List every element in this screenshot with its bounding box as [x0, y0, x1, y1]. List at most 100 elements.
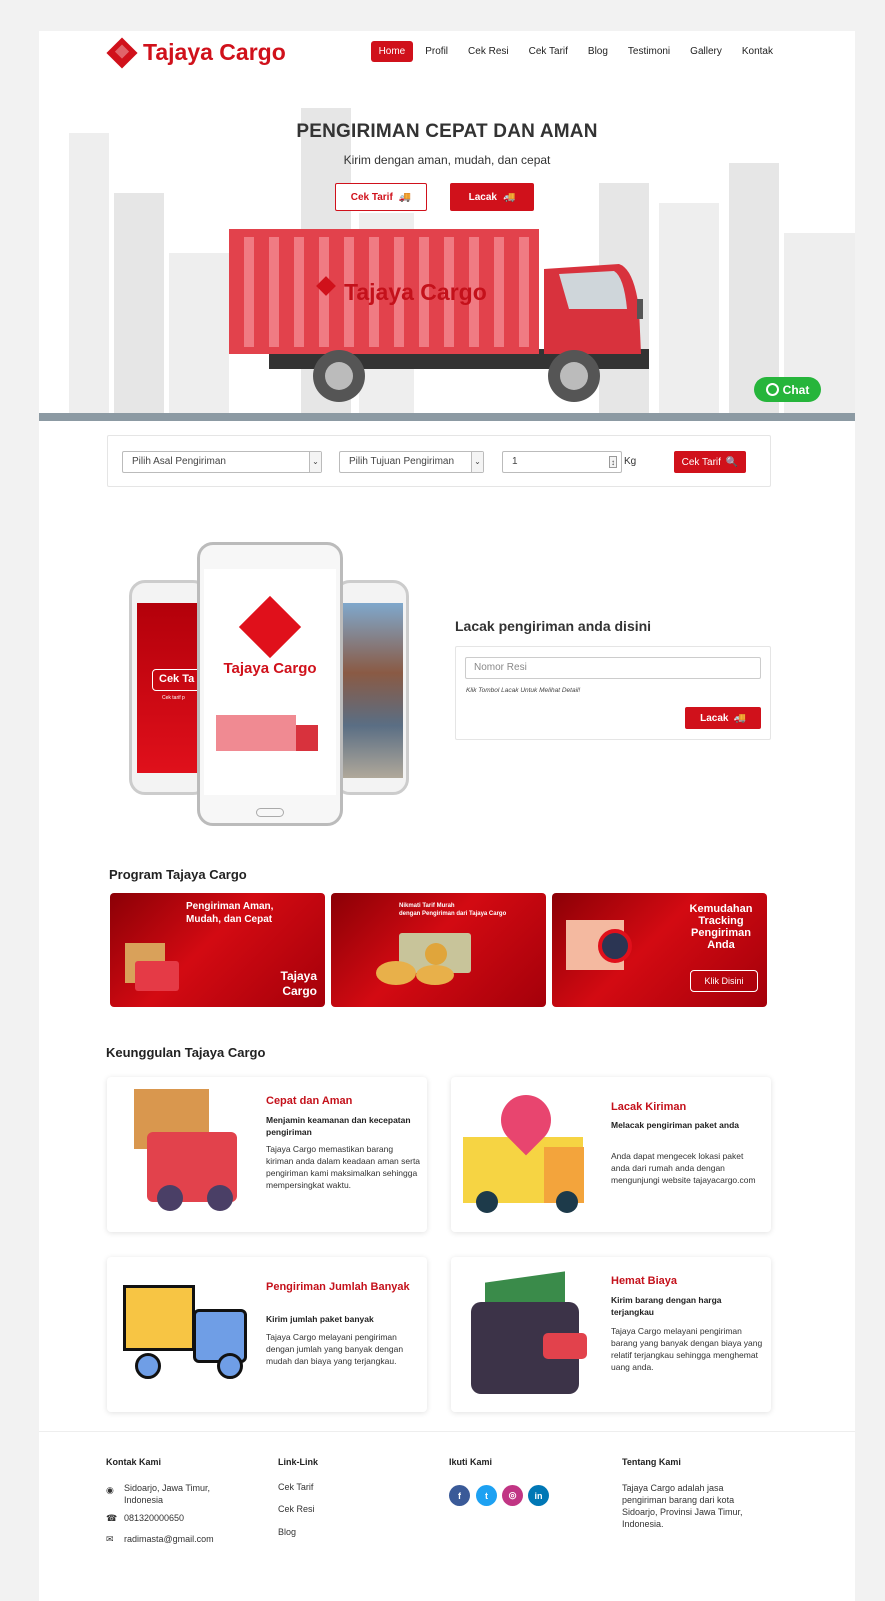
- banner1-brand-line2: Cargo: [282, 984, 317, 998]
- hero-section: PENGIRIMAN CEPAT DAN AMAN Kirim dengan a…: [39, 71, 855, 421]
- footer-links-title: Link-Link: [278, 1457, 318, 1467]
- track-hint: Klik Tombol Lacak Untuk Melihat Detail!: [466, 687, 581, 694]
- cek-tarif-form: Pilih Asal Pengiriman ⌄ Pilih Tujuan Pen…: [107, 435, 771, 487]
- feature-desc: Tajaya Cargo melayani pengiriman dengan …: [266, 1332, 404, 1366]
- truck-brand-label: Tajaya Cargo: [344, 279, 487, 305]
- program-banner-1[interactable]: Pengiriman Aman, Mudah, dan Cepat Tajaya…: [110, 893, 325, 1007]
- feature-card-1: Cepat dan Aman Menjamin keamanan dan kec…: [107, 1077, 427, 1232]
- feature-card-4: Hemat Biaya Kirim barang dengan harga te…: [451, 1257, 771, 1412]
- chevron-down-icon: ⌄: [471, 452, 483, 472]
- page-container: Tajaya Cargo Home Profil Cek Resi Cek Ta…: [39, 31, 855, 1601]
- banner3-text: Kemudahan Tracking Pengiriman Anda: [689, 903, 753, 951]
- program-banner-3[interactable]: Kemudahan Tracking Pengiriman Anda Klik …: [552, 893, 767, 1007]
- footer-social-title: Ikuti Kami: [449, 1457, 493, 1467]
- footer-about-text: Tajaya Cargo adalah jasa pengiriman bara…: [622, 1483, 743, 1529]
- lacak-label: Lacak: [700, 712, 729, 724]
- hero-lacak-button[interactable]: Lacak 🚚: [450, 183, 534, 211]
- destination-select-label: Pilih Tujuan Pengiriman: [349, 456, 455, 467]
- origin-select[interactable]: Pilih Asal Pengiriman ⌄: [122, 451, 322, 473]
- map-pin-icon: [598, 929, 632, 963]
- hero-lacak-label: Lacak: [468, 191, 497, 203]
- weight-unit: Kg: [624, 456, 637, 467]
- feature-subtitle: Melacak pengiriman paket anda: [611, 1120, 740, 1130]
- program-title: Program Tajaya Cargo: [109, 867, 247, 882]
- footer-address: Sidoarjo, Jawa Timur, Indonesia: [124, 1483, 211, 1505]
- klik-disini-button[interactable]: Klik Disini: [690, 970, 758, 992]
- building-bg: [169, 253, 229, 413]
- footer-contact-title: Kontak Kami: [106, 1457, 162, 1467]
- search-icon: 🔍: [725, 456, 739, 468]
- feature-title: Pengiriman Jumlah Banyak: [266, 1281, 410, 1293]
- instagram-icon[interactable]: ◎: [502, 1485, 523, 1506]
- track-title: Lacak pengiriman anda disini: [455, 618, 652, 634]
- nav-cek-tarif[interactable]: Cek Tarif: [521, 41, 576, 62]
- brand-name: Tajaya Cargo: [143, 39, 286, 65]
- footer-email[interactable]: radimasta@gmail.com: [124, 1533, 214, 1545]
- feature-title: Hemat Biaya: [611, 1275, 678, 1287]
- destination-select[interactable]: Pilih Tujuan Pengiriman ⌄: [339, 451, 484, 473]
- phone-right: [334, 580, 409, 795]
- nomor-resi-input[interactable]: Nomor Resi: [465, 657, 761, 679]
- hero-subtitle: Kirim dengan aman, mudah, dan cepat: [343, 153, 551, 167]
- whatsapp-chat-button[interactable]: Chat: [754, 377, 821, 402]
- banner1-text: Pengiriman Aman, Mudah, dan Cepat: [186, 901, 274, 925]
- footer-phone[interactable]: 081320000650: [124, 1512, 184, 1524]
- nav-cek-resi[interactable]: Cek Resi: [460, 41, 517, 62]
- feature-title: Lacak Kiriman: [611, 1101, 687, 1113]
- banner2-text-line2: dengan Pengiriman dari Tajaya Cargo: [399, 911, 507, 917]
- feature-desc: Tajaya Cargo memastikan barang kiriman a…: [266, 1144, 421, 1190]
- feature-subtitle: Kirim barang dengan harga terjangkau: [611, 1295, 722, 1317]
- feature-title: Cepat dan Aman: [266, 1095, 353, 1107]
- logo-diamond-icon: [106, 36, 138, 69]
- stepper-icon[interactable]: ↕: [609, 456, 617, 468]
- nav-kontak[interactable]: Kontak: [734, 41, 781, 62]
- twitter-icon[interactable]: t: [476, 1485, 497, 1506]
- footer-link-cek-tarif[interactable]: Cek Tarif: [278, 1481, 313, 1493]
- feature-desc: Tajaya Cargo melayani pengiriman barang …: [611, 1326, 763, 1372]
- cek-tarif-submit-label: Cek Tarif: [681, 456, 721, 468]
- facebook-icon[interactable]: f: [449, 1485, 470, 1506]
- program-banner-2[interactable]: Nikmati Tarif Murah dengan Pengiriman da…: [331, 893, 546, 1007]
- lacak-button[interactable]: Lacak 🚚: [685, 707, 761, 729]
- weight-input[interactable]: 1 ↕: [502, 451, 622, 473]
- footer: Kontak Kami ◉ Sidoarjo, Jawa Timur, Indo…: [39, 1431, 855, 1601]
- nav-home[interactable]: Home: [370, 41, 414, 62]
- phone-center: Tajaya Cargo: [197, 542, 343, 826]
- building-bg: [114, 193, 164, 413]
- hero-title: PENGIRIMAN CEPAT DAN AMAN: [296, 121, 598, 142]
- feature-desc: Anda dapat mengecek lokasi paket anda da…: [611, 1151, 756, 1185]
- hero-cek-tarif-label: Cek Tarif: [350, 191, 393, 203]
- chat-label: Chat: [782, 382, 810, 397]
- footer-link-cek-resi[interactable]: Cek Resi: [278, 1503, 315, 1515]
- hero-cek-tarif-button[interactable]: Cek Tarif 🚚: [335, 183, 427, 211]
- feature-card-2: Lacak Kiriman Melacak pengiriman paket a…: [451, 1077, 771, 1232]
- footer-about-title: Tentang Kami: [622, 1457, 681, 1467]
- main-menu: Home Profil Cek Resi Cek Tarif Blog Test…: [370, 41, 781, 62]
- building-bg: [69, 133, 109, 413]
- phone-brand: Tajaya Cargo: [223, 660, 317, 677]
- nav-profil[interactable]: Profil: [417, 41, 456, 62]
- cek-tarif-submit-button[interactable]: Cek Tarif 🔍: [674, 451, 746, 473]
- phone-truck-icon: [216, 715, 296, 751]
- phone-small-text: Cek tarif p: [162, 695, 185, 701]
- nav-blog[interactable]: Blog: [580, 41, 616, 62]
- banner1-brand-line1: Tajaya: [280, 969, 317, 983]
- feature-card-3: Pengiriman Jumlah Banyak Kirim jumlah pa…: [107, 1257, 427, 1412]
- cargo-truck-illustration: [229, 229, 649, 402]
- whatsapp-icon: [765, 383, 779, 396]
- bulk-cargo-icon: [123, 1285, 195, 1351]
- feature-subtitle: Kirim jumlah paket banyak: [266, 1314, 374, 1324]
- weight-value: 1: [512, 456, 518, 467]
- footer-link-blog[interactable]: Blog: [278, 1526, 296, 1538]
- brand-logo[interactable]: Tajaya Cargo: [106, 36, 286, 69]
- chevron-down-icon: ⌄: [309, 452, 321, 472]
- email-icon: ✉: [106, 1534, 114, 1544]
- linkedin-icon[interactable]: in: [528, 1485, 549, 1506]
- origin-select-label: Pilih Asal Pengiriman: [132, 456, 226, 467]
- nav-gallery[interactable]: Gallery: [682, 41, 730, 62]
- track-form: Nomor Resi Klik Tombol Lacak Untuk Melih…: [455, 646, 771, 740]
- nav-testimoni[interactable]: Testimoni: [620, 41, 678, 62]
- road-stripe: [39, 413, 855, 421]
- delivery-icon: 🚚: [502, 191, 516, 203]
- navbar: Tajaya Cargo Home Profil Cek Resi Cek Ta…: [39, 31, 855, 71]
